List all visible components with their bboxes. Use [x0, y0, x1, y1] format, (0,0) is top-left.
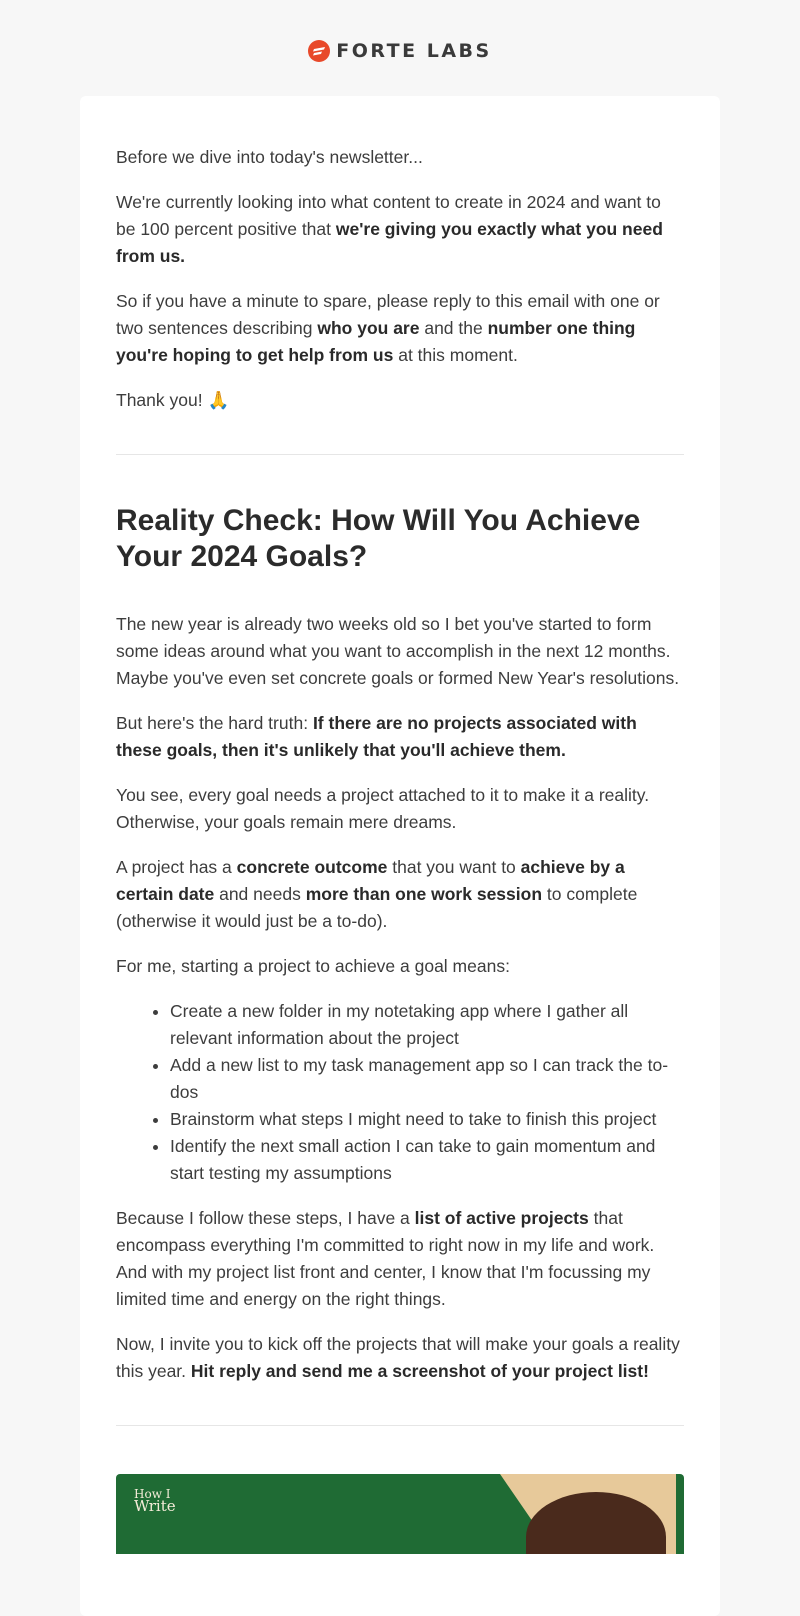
article-paragraph-6: Because I follow these steps, I have a l… — [116, 1208, 655, 1309]
list-item: Brainstorm what steps I might need to ta… — [170, 1106, 684, 1133]
intro-paragraph-2: We're currently looking into what conten… — [116, 192, 663, 266]
list-item: Identify the next small action I can tak… — [170, 1133, 684, 1187]
intro-paragraph-3: So if you have a minute to spare, please… — [116, 291, 660, 365]
intro-section: Before we dive into today's newsletter..… — [116, 144, 684, 414]
article-paragraph-2: But here's the hard truth: If there are … — [116, 713, 637, 760]
forte-labs-logo[interactable]: FORTE LABS — [308, 40, 491, 62]
email-header: FORTE LABS — [0, 0, 800, 96]
intro-thanks: Thank you! 🙏 — [116, 390, 230, 410]
list-item: Create a new folder in my notetaking app… — [170, 998, 684, 1052]
article-paragraph-1: The new year is already two weeks old so… — [116, 614, 680, 688]
list-item: Add a new list to my task management app… — [170, 1052, 684, 1106]
article-paragraph-5: For me, starting a project to achieve a … — [116, 956, 510, 976]
article-paragraph-4: A project has a concrete outcome that yo… — [116, 857, 638, 931]
article-paragraph-7: Now, I invite you to kick off the projec… — [116, 1334, 680, 1381]
article-paragraph-3: You see, every goal needs a project atta… — [116, 785, 650, 832]
intro-paragraph-1: Before we dive into today's newsletter..… — [116, 147, 423, 167]
how-i-write-logo: How I Write — [134, 1487, 176, 1515]
article-section: Reality Check: How Will You Achieve Your… — [116, 503, 684, 1385]
article-title: Reality Check: How Will You Achieve Your… — [116, 504, 641, 573]
project-steps-list: Create a new folder in my notetaking app… — [116, 998, 684, 1187]
email-body-card: Before we dive into today's newsletter..… — [80, 96, 720, 1616]
brand-name: FORTE LABS — [336, 40, 492, 62]
section-divider — [116, 1425, 684, 1426]
forte-labs-logo-icon — [308, 40, 331, 62]
section-divider — [116, 454, 684, 455]
how-i-write-promo-banner[interactable]: How I Write — [116, 1474, 684, 1554]
